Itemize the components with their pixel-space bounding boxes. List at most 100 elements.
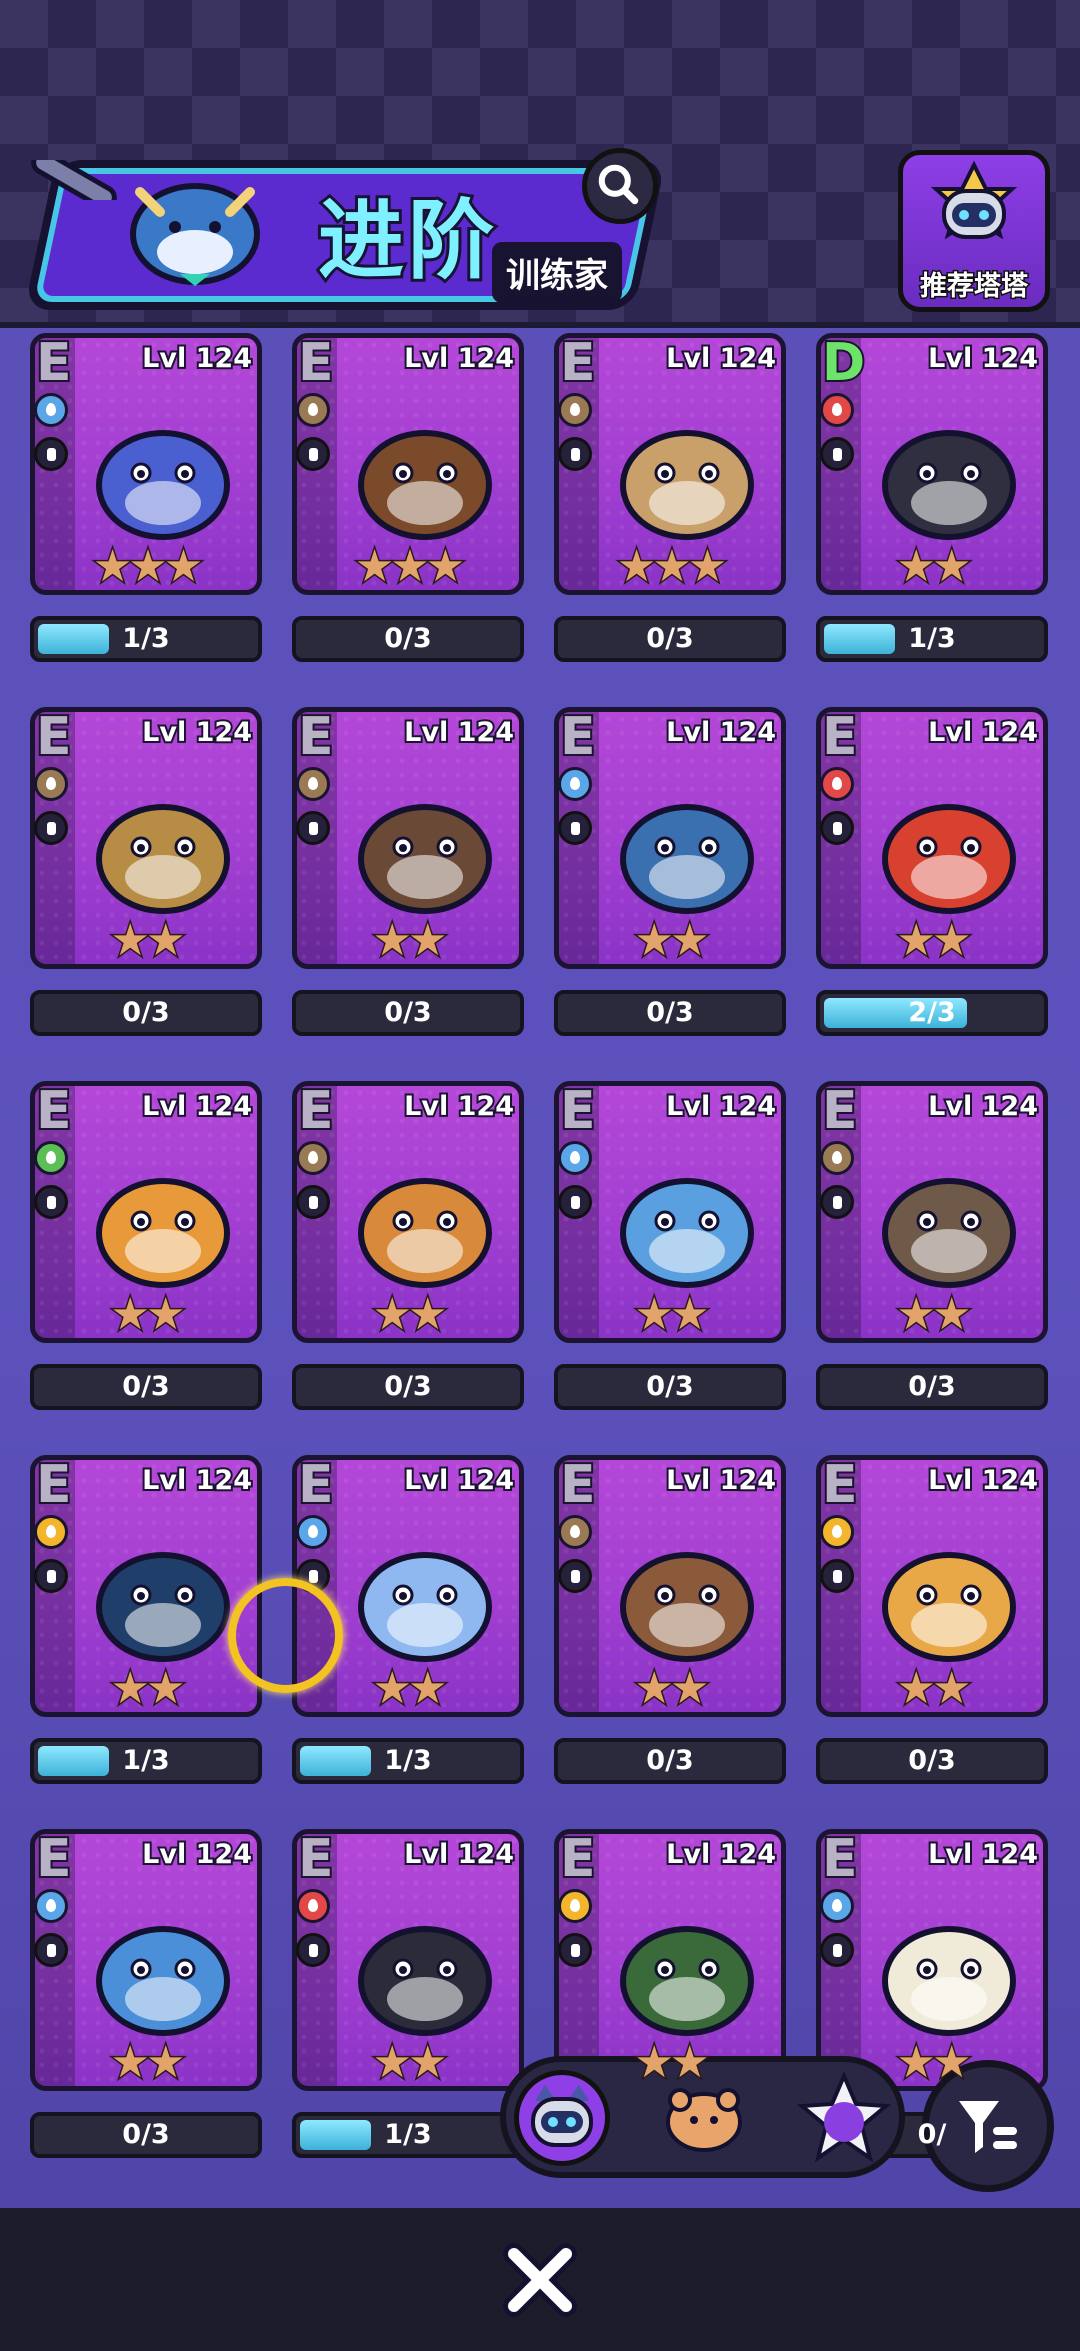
- attack-role-icon: [34, 1559, 68, 1593]
- creature-card[interactable]: E Lvl 124 ★★: [30, 1453, 262, 1717]
- water-element-icon: [558, 767, 592, 801]
- water-element-icon: [820, 1889, 854, 1923]
- star-rating: ★★: [895, 1289, 973, 1340]
- grade-letter: E: [34, 705, 73, 769]
- creature-card[interactable]: E Lvl 124 ★★★: [292, 331, 524, 595]
- creature-card[interactable]: E Lvl 124 ★★: [292, 1827, 524, 2091]
- fire-element-icon: [820, 767, 854, 801]
- defense-role-icon: [558, 437, 592, 471]
- fire-element-icon: [820, 393, 854, 427]
- shard-progress-bar: 0/3: [554, 616, 786, 662]
- level-label: Lvl 124: [402, 341, 516, 376]
- grade-letter: D: [820, 331, 867, 395]
- creature-card[interactable]: D Lvl 124 ★★: [816, 331, 1048, 595]
- level-label: Lvl 124: [140, 1463, 254, 1498]
- header-divider: [0, 322, 1080, 328]
- level-label: Lvl 124: [402, 715, 516, 750]
- star-rating: ★★: [109, 1663, 187, 1714]
- level-label: Lvl 124: [140, 715, 254, 750]
- defense-role-icon: [558, 811, 592, 845]
- creature-portrait-icon: [882, 1552, 1016, 1662]
- progress-text: 0/3: [122, 1371, 170, 1402]
- grade-letter: E: [820, 1453, 859, 1517]
- star-rating: ★★: [109, 915, 187, 966]
- star-rating: ★★★: [615, 541, 728, 592]
- level-label: Lvl 124: [402, 1463, 516, 1498]
- creature-card[interactable]: E Lvl 124 ★★: [816, 1453, 1048, 1717]
- attack-role-icon: [296, 437, 330, 471]
- elec-element-icon: [820, 1515, 854, 1549]
- progress-text: 1/3: [122, 623, 170, 654]
- earth-element-icon: [296, 1141, 330, 1175]
- progress-text: 0/3: [646, 623, 694, 654]
- elec-element-icon: [558, 1889, 592, 1923]
- shard-progress-bar: 1/3: [292, 2112, 524, 2158]
- cat-icon: [531, 2085, 593, 2147]
- support-role-icon: [34, 811, 68, 845]
- grade-letter: E: [820, 1827, 859, 1891]
- creature-portrait-icon: [882, 430, 1016, 540]
- creature-card[interactable]: E Lvl 124 ★★★: [554, 331, 786, 595]
- creature-card[interactable]: E Lvl 124 ★★: [816, 705, 1048, 969]
- heal-role-icon: [34, 1185, 68, 1219]
- creature-card[interactable]: E Lvl 124 ★★: [816, 1827, 1048, 2091]
- support-role-icon: [34, 437, 68, 471]
- grade-letter: E: [34, 331, 73, 395]
- shard-progress-bar: 2/3: [816, 990, 1048, 1036]
- grade-letter: E: [558, 1453, 597, 1517]
- grade-letter: E: [296, 1453, 335, 1517]
- shard-progress-bar: 0/3: [816, 1738, 1048, 1784]
- creature-card[interactable]: E Lvl 124 ★★: [292, 705, 524, 969]
- progress-text: 0/3: [646, 1371, 694, 1402]
- star-rating: ★★: [633, 1289, 711, 1340]
- star-rating: ★★: [895, 1663, 973, 1714]
- creature-card[interactable]: E Lvl 124 ★★: [554, 705, 786, 969]
- support-role-icon: [296, 811, 330, 845]
- shard-progress-bar: 0/3: [292, 616, 524, 662]
- grade-letter: E: [296, 1079, 335, 1143]
- star-rating: ★★: [371, 2037, 449, 2088]
- highlight-ring: [228, 1578, 343, 1693]
- creature-portrait-icon: [358, 1178, 492, 1288]
- creature-card[interactable]: E Lvl 124 ★★: [554, 1453, 786, 1717]
- grade-letter: E: [34, 1079, 73, 1143]
- earth-element-icon: [296, 393, 330, 427]
- creature-card[interactable]: E Lvl 124 ★★: [30, 1079, 262, 1343]
- creature-card[interactable]: E Lvl 124 ★★: [816, 1079, 1048, 1343]
- grade-letter: E: [296, 331, 335, 395]
- water-element-icon: [558, 1141, 592, 1175]
- creature-card[interactable]: E Lvl 124 ★★: [30, 1827, 262, 2091]
- creature-card[interactable]: E Lvl 124 ★★: [292, 1079, 524, 1343]
- shard-progress-bar: 0/3: [816, 1364, 1048, 1410]
- creature-card[interactable]: E Lvl 124 ★★: [554, 1827, 786, 2091]
- recommend-button[interactable]: 推荐塔塔: [898, 150, 1050, 312]
- attack-role-icon: [296, 1933, 330, 1967]
- grade-letter: E: [558, 1079, 597, 1143]
- creature-portrait-icon: [358, 1926, 492, 2036]
- creature-card[interactable]: E Lvl 124 ★★: [292, 1453, 524, 1717]
- progress-text: 1/3: [122, 1745, 170, 1776]
- level-label: Lvl 124: [926, 715, 1040, 750]
- creature-portrait-icon: [358, 430, 492, 540]
- shard-progress-bar: 1/3: [292, 1738, 524, 1784]
- search-button[interactable]: [582, 148, 658, 224]
- grade-letter: E: [558, 705, 597, 769]
- shard-progress-bar: 0/3: [554, 990, 786, 1036]
- creature-portrait-icon: [620, 804, 754, 914]
- creature-card[interactable]: E Lvl 124 ★★★: [30, 331, 262, 595]
- level-label: Lvl 124: [664, 1463, 778, 1498]
- level-label: Lvl 124: [664, 341, 778, 376]
- creature-card[interactable]: E Lvl 124 ★★: [554, 1079, 786, 1343]
- creature-card[interactable]: E Lvl 124 ★★: [30, 705, 262, 969]
- grade-letter: E: [820, 705, 859, 769]
- creature-portrait-icon: [882, 1178, 1016, 1288]
- shard-progress-bar: 0/3: [554, 1364, 786, 1410]
- attack-role-icon: [820, 811, 854, 845]
- earth-element-icon: [34, 767, 68, 801]
- level-label: Lvl 124: [926, 1837, 1040, 1872]
- water-element-icon: [34, 1889, 68, 1923]
- close-button[interactable]: [500, 2240, 580, 2320]
- grass-element-icon: [34, 1141, 68, 1175]
- progress-text: 1/3: [384, 2119, 432, 2150]
- defense-role-icon: [820, 1933, 854, 1967]
